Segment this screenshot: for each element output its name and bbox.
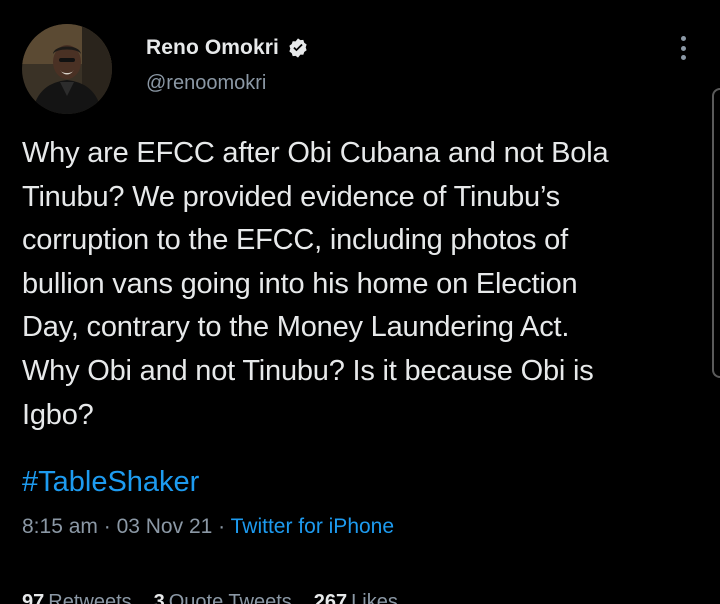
hashtag-link[interactable]: #TableShaker bbox=[22, 466, 199, 499]
tweet-card: Reno Omokri @renoomokri Why are EFCC aft… bbox=[0, 0, 720, 604]
retweets-count: 97 bbox=[22, 591, 45, 604]
scroll-edge bbox=[712, 88, 720, 378]
retweets-label: Retweets bbox=[48, 591, 132, 604]
retweets-stat[interactable]: 97 Retweets bbox=[22, 591, 132, 604]
author-name-row[interactable]: Reno Omokri bbox=[146, 36, 309, 60]
more-dot bbox=[680, 45, 686, 51]
meta-separator: · bbox=[103, 515, 111, 538]
meta-separator: · bbox=[218, 515, 226, 538]
tweet-meta: 8:15 am · 03 Nov 21 · Twitter for iPhone bbox=[22, 515, 394, 539]
quotes-label: Quote Tweets bbox=[168, 591, 292, 604]
likes-label: Likes bbox=[351, 591, 398, 604]
likes-stat[interactable]: 267 Likes bbox=[314, 591, 398, 604]
tweet-source-link[interactable]: Twitter for iPhone bbox=[231, 515, 394, 538]
tweet-date[interactable]: 03 Nov 21 bbox=[117, 515, 213, 538]
avatar[interactable] bbox=[22, 24, 112, 114]
more-options-icon[interactable] bbox=[672, 32, 694, 64]
more-dot bbox=[680, 36, 686, 41]
quotes-count: 3 bbox=[153, 591, 165, 604]
more-dot bbox=[680, 55, 686, 60]
quotes-stat[interactable]: 3 Quote Tweets bbox=[154, 591, 292, 604]
tweet-stats: 97 Retweets 3 Quote Tweets 267 Likes bbox=[22, 591, 398, 604]
likes-count: 267 bbox=[313, 591, 348, 604]
display-name[interactable]: Reno Omokri bbox=[146, 36, 279, 60]
tweet-text: Why are EFCC after Obi Cubana and not Bo… bbox=[22, 137, 609, 431]
tweet-time[interactable]: 8:15 am bbox=[22, 515, 98, 538]
author-handle[interactable]: @renoomokri bbox=[146, 72, 266, 95]
verified-badge-icon bbox=[289, 38, 307, 58]
avatar-photo bbox=[22, 24, 112, 114]
